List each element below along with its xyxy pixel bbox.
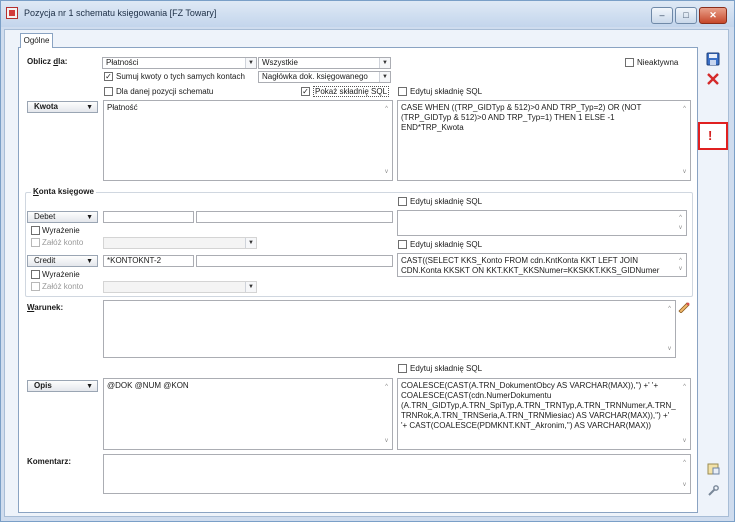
dla-danej-pozycji-label: Dla danej pozycji schematu — [116, 87, 214, 96]
konta-ksiegowe-title: Konta księgowe — [31, 187, 96, 196]
edytuj-sql-kwota-checkbox[interactable] — [398, 87, 407, 96]
debet-konto-input[interactable] — [103, 211, 194, 223]
nieaktywna-checkbox[interactable] — [625, 58, 634, 67]
edytuj-sql-warunek-checkbox[interactable] — [398, 364, 407, 373]
warunek-label: Warunek: — [27, 303, 64, 312]
edytuj-sql-credit-label: Edytuj składnię SQL — [410, 240, 483, 249]
oblicz-dla-select[interactable]: Płatności ▼ — [102, 57, 257, 69]
edytuj-sql-debet-checkbox[interactable] — [398, 197, 407, 206]
kwota-textarea[interactable]: Płatność ^ v — [103, 100, 393, 181]
pokaz-sql-label: Pokaż składnię SQL — [313, 86, 390, 97]
debet-zaloz-label: Załóż konto — [42, 238, 84, 247]
debet-zaloz-checkbox[interactable] — [31, 238, 40, 247]
debet-sql-textarea[interactable]: ^ v — [397, 210, 687, 236]
debet-button[interactable]: Debet ▼ — [27, 211, 98, 223]
kwota-button[interactable]: Kwota ▼ — [27, 101, 98, 113]
pencil-icon[interactable] — [677, 301, 691, 314]
pokaz-sql-checkbox[interactable]: ✓ — [301, 87, 310, 96]
nieaktywna-label: Nieaktywna — [637, 58, 679, 67]
credit-wyrazenie-checkbox[interactable] — [31, 270, 40, 279]
sumuj-checkbox[interactable]: ✓ — [104, 72, 113, 81]
edytuj-sql-warunek-label: Edytuj składnię SQL — [410, 364, 483, 373]
document-icon[interactable] — [705, 462, 721, 478]
credit-opis-input[interactable] — [196, 255, 393, 267]
edytuj-sql-debet-label: Edytuj składnię SQL — [410, 197, 483, 206]
komentarz-label: Komentarz: — [27, 457, 72, 466]
komentarz-textarea[interactable]: ^ v — [103, 454, 691, 494]
edytuj-sql-credit-checkbox[interactable] — [398, 240, 407, 249]
opis-sql-textarea[interactable]: COALESCE(CAST(A.TRN_DokumentObcy AS VARC… — [397, 378, 691, 450]
sumuj-label: Sumuj kwoty o tych samych kontach — [116, 72, 245, 81]
maximize-button[interactable]: □ — [675, 7, 697, 24]
opis-textarea[interactable]: @DOK @NUM @KON ^ v — [103, 378, 393, 450]
edytuj-sql-kwota-label: Edytuj składnię SQL — [410, 87, 483, 96]
tab-ogolne[interactable]: Ogólne — [20, 33, 53, 48]
save-icon[interactable] — [705, 52, 721, 68]
debet-wyrazenie-checkbox[interactable] — [31, 226, 40, 235]
minimize-button[interactable]: – — [651, 7, 673, 24]
close-button[interactable]: ✕ — [699, 7, 727, 24]
zakres-select[interactable]: Wszystkie ▼ — [258, 57, 391, 69]
delete-icon[interactable] — [705, 72, 721, 88]
credit-sql-textarea[interactable]: CAST((SELECT KKS_Konto FROM cdn.KntKonta… — [397, 253, 687, 277]
dla-danej-pozycji-checkbox[interactable] — [104, 87, 113, 96]
credit-button[interactable]: Credit ▼ — [27, 255, 98, 267]
window-title: Pozycja nr 1 schematu księgowania [FZ To… — [24, 8, 217, 18]
naglowka-select[interactable]: Nagłówka dok. księgowanego ▼ — [258, 71, 391, 83]
opis-button[interactable]: Opis ▼ — [27, 380, 98, 392]
credit-zaloz-select[interactable]: ▼ — [103, 281, 257, 293]
credit-wyrazenie-label: Wyrażenie — [42, 270, 80, 279]
warunek-textarea[interactable]: ^ v — [103, 300, 676, 358]
credit-zaloz-checkbox[interactable] — [31, 282, 40, 291]
credit-zaloz-label: Załóż konto — [42, 282, 84, 291]
debet-opis-input[interactable] — [196, 211, 393, 223]
oblicz-dla-label: Oblicz dla: — [27, 57, 68, 66]
tools-icon[interactable] — [705, 484, 721, 500]
credit-konto-input[interactable]: *KONTOKNT-2 — [103, 255, 194, 267]
exclamation-icon[interactable]: ! — [708, 128, 712, 143]
debet-zaloz-select[interactable]: ▼ — [103, 237, 257, 249]
app-icon — [6, 7, 18, 19]
kwota-sql-textarea[interactable]: CASE WHEN ((TRP_GIDTyp & 512)>0 AND TRP_… — [397, 100, 691, 181]
debet-wyrazenie-label: Wyrażenie — [42, 226, 80, 235]
alert-highlight-frame — [698, 122, 728, 150]
